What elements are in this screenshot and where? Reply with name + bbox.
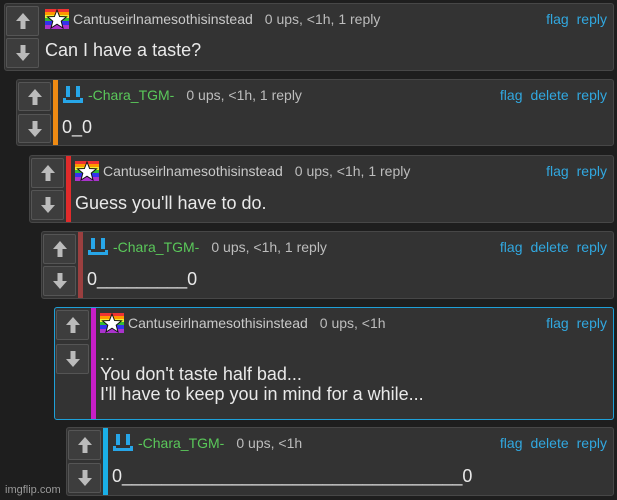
arrow-up-icon: [65, 317, 80, 333]
comment-header: -Chara_TGM- 0 ups, <1h, 1 reply flag del…: [62, 85, 607, 105]
upvote-button[interactable]: [18, 82, 51, 111]
comment-content: -Chara_TGM- 0 ups, <1h, 1 reply flag del…: [83, 232, 613, 298]
rainbow-star-icon: [45, 9, 69, 29]
comment-username[interactable]: -Chara_TGM-: [113, 239, 199, 255]
watermark: imgflip.com: [5, 484, 61, 496]
arrow-up-icon: [15, 13, 30, 29]
reply-link[interactable]: reply: [577, 163, 607, 179]
reply-link[interactable]: reply: [577, 11, 607, 27]
arrow-down-icon: [77, 470, 92, 486]
comment-text: 0__________________________________0: [112, 466, 473, 486]
comment-text: ... You don't taste half bad... I'll hav…: [100, 344, 424, 404]
arrow-up-icon: [77, 437, 92, 453]
comment-content: -Chara_TGM- 0 ups, <1h flag delete reply…: [108, 428, 613, 495]
delete-link[interactable]: delete: [530, 435, 568, 451]
comment-header: Cantuseirlnamesothisinstead 0 ups, <1h f…: [100, 313, 607, 333]
comment-4: -Chara_TGM- 0 ups, <1h, 1 reply flag del…: [41, 231, 614, 299]
blue-smiley-icon: [63, 86, 83, 103]
comment-header: Cantuseirlnamesothisinstead 0 ups, <1h, …: [45, 9, 607, 29]
blue-smiley-icon: [88, 238, 108, 255]
flag-link[interactable]: flag: [546, 163, 569, 179]
comment-meta: 0 ups, <1h: [319, 315, 386, 331]
comment-actions: flag delete reply: [500, 87, 607, 103]
comment-meta: 0 ups, <1h: [236, 435, 303, 451]
comment-header: -Chara_TGM- 0 ups, <1h, 1 reply flag del…: [87, 237, 607, 257]
flag-link[interactable]: flag: [500, 435, 523, 451]
arrow-down-icon: [52, 273, 67, 289]
comment-content: Cantuseirlnamesothisinstead 0 ups, <1h f…: [96, 308, 613, 419]
comment-1: Cantuseirlnamesothisinstead 0 ups, <1h, …: [4, 3, 614, 71]
comment-3: Cantuseirlnamesothisinstead 0 ups, <1h, …: [29, 155, 614, 223]
comment-text: Guess you'll have to do.: [75, 193, 267, 213]
downvote-button[interactable]: [43, 266, 76, 296]
comment-text: 0_________0: [87, 269, 198, 289]
flag-link[interactable]: flag: [546, 315, 569, 331]
comment-username[interactable]: Cantuseirlnamesothisinstead: [103, 163, 283, 179]
vote-controls: [42, 232, 78, 298]
comment-actions: flag reply: [546, 11, 607, 27]
vote-controls: [17, 80, 53, 145]
comment-header: Cantuseirlnamesothisinstead 0 ups, <1h, …: [75, 161, 607, 181]
arrow-down-icon: [65, 351, 80, 367]
vote-controls: [5, 4, 41, 70]
comment-text: Can I have a taste?: [45, 40, 202, 60]
comment-5: Cantuseirlnamesothisinstead 0 ups, <1h f…: [54, 307, 614, 420]
comment-username[interactable]: Cantuseirlnamesothisinstead: [128, 315, 308, 331]
flag-link[interactable]: flag: [500, 87, 523, 103]
comment-text: 0_0: [62, 117, 93, 137]
flag-link[interactable]: flag: [500, 239, 523, 255]
blue-smiley-icon: [113, 434, 133, 451]
arrow-up-icon: [52, 241, 67, 257]
reply-link[interactable]: reply: [577, 315, 607, 331]
comment-content: Cantuseirlnamesothisinstead 0 ups, <1h, …: [41, 4, 613, 70]
downvote-button[interactable]: [56, 344, 89, 374]
comment-actions: flag delete reply: [500, 239, 607, 255]
delete-link[interactable]: delete: [530, 87, 568, 103]
comment-content: Cantuseirlnamesothisinstead 0 ups, <1h, …: [71, 156, 613, 222]
comment-actions: flag reply: [546, 163, 607, 179]
reply-link[interactable]: reply: [577, 239, 607, 255]
comment-meta: 0 ups, <1h, 1 reply: [186, 87, 302, 103]
vote-controls: [55, 308, 91, 419]
comment-username[interactable]: Cantuseirlnamesothisinstead: [73, 11, 253, 27]
rainbow-star-icon: [75, 161, 99, 181]
vote-controls: [30, 156, 66, 222]
arrow-up-icon: [27, 88, 42, 105]
comment-actions: flag reply: [546, 315, 607, 331]
upvote-button[interactable]: [31, 158, 64, 188]
comment-2: -Chara_TGM- 0 ups, <1h, 1 reply flag del…: [16, 79, 614, 146]
reply-link[interactable]: reply: [577, 87, 607, 103]
comment-actions: flag delete reply: [500, 435, 607, 451]
downvote-button[interactable]: [18, 114, 51, 143]
comment-username[interactable]: -Chara_TGM-: [88, 87, 174, 103]
comment-meta: 0 ups, <1h, 1 reply: [264, 11, 381, 27]
downvote-button[interactable]: [31, 190, 64, 220]
upvote-button[interactable]: [6, 6, 39, 36]
downvote-button[interactable]: [68, 463, 101, 493]
arrow-up-icon: [40, 165, 55, 181]
upvote-button[interactable]: [68, 430, 101, 460]
comment-meta: 0 ups, <1h, 1 reply: [294, 163, 411, 179]
comment-meta: 0 ups, <1h, 1 reply: [211, 239, 327, 255]
delete-link[interactable]: delete: [530, 239, 568, 255]
arrow-down-icon: [40, 197, 55, 213]
vote-controls: [67, 428, 103, 495]
upvote-button[interactable]: [56, 310, 89, 340]
rainbow-star-icon: [100, 313, 124, 333]
reply-link[interactable]: reply: [577, 435, 607, 451]
comment-header: -Chara_TGM- 0 ups, <1h flag delete reply: [112, 433, 607, 453]
comment-username[interactable]: -Chara_TGM-: [138, 435, 224, 451]
comment-content: -Chara_TGM- 0 ups, <1h, 1 reply flag del…: [58, 80, 613, 145]
flag-link[interactable]: flag: [546, 11, 569, 27]
comment-6: -Chara_TGM- 0 ups, <1h flag delete reply…: [66, 427, 614, 496]
arrow-down-icon: [15, 45, 30, 61]
arrow-down-icon: [27, 120, 42, 137]
downvote-button[interactable]: [6, 38, 39, 68]
upvote-button[interactable]: [43, 234, 76, 264]
